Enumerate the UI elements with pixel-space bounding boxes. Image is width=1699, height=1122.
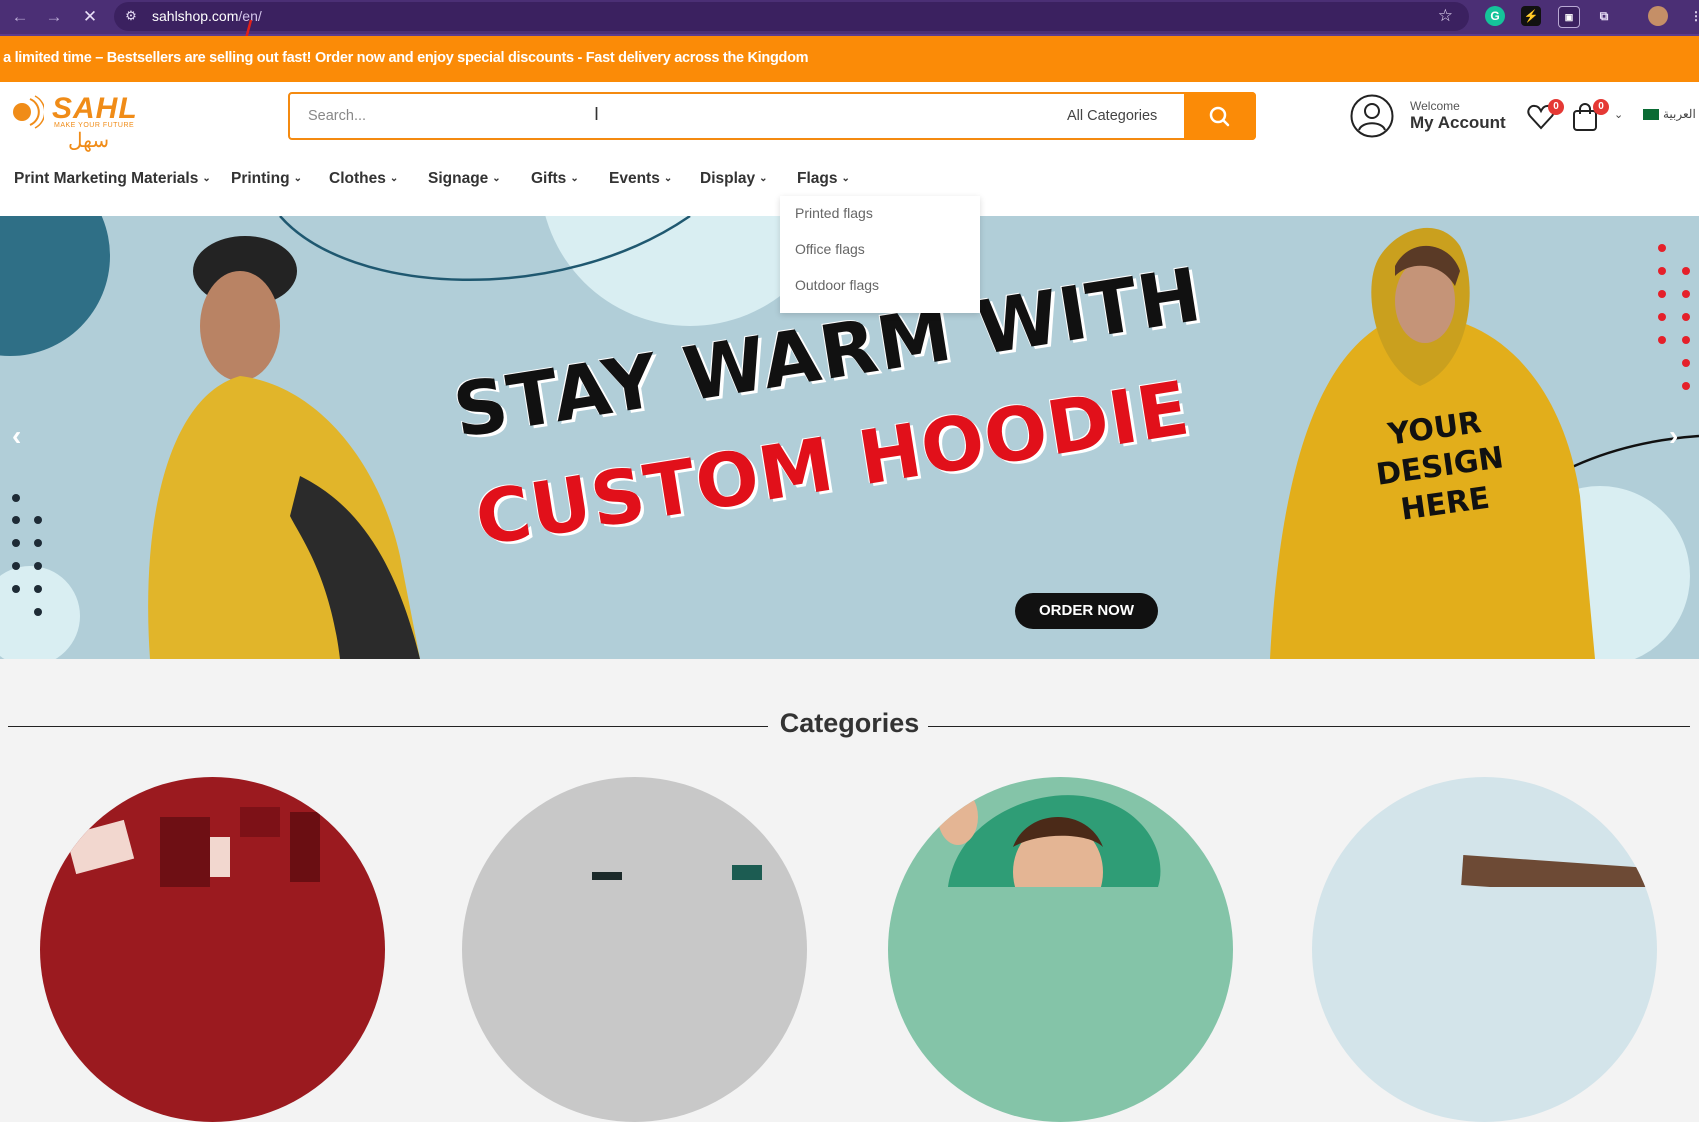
logo-arabic: سهل bbox=[68, 130, 110, 152]
my-account-label[interactable]: My Account bbox=[1410, 113, 1506, 133]
chevron-down-icon: ⌄ bbox=[570, 173, 579, 184]
chevron-down-icon: ⌄ bbox=[759, 173, 768, 184]
language-label: العربية bbox=[1663, 107, 1696, 121]
divider-left bbox=[8, 726, 768, 727]
chevron-down-icon: ⌄ bbox=[389, 173, 399, 184]
promo-banner: r a limited time – Bestsellers are selli… bbox=[0, 36, 1699, 82]
wishlist-count-badge: 0 bbox=[1548, 99, 1564, 115]
nav-item-display[interactable]: Display ⌄ bbox=[700, 170, 768, 188]
categories-heading-row: Categories bbox=[0, 708, 1699, 739]
search-bar: Search... All Categories bbox=[288, 92, 1256, 140]
saudi-flag-icon bbox=[1643, 109, 1659, 121]
cart-button[interactable]: 0 bbox=[1571, 99, 1609, 132]
order-now-button[interactable]: ORDER NOW bbox=[1015, 593, 1158, 629]
nav-item-flags[interactable]: Flags ⌄ bbox=[797, 170, 850, 188]
text-cursor-icon: I bbox=[594, 104, 600, 124]
user-icon bbox=[1350, 94, 1394, 138]
chevron-down-icon: ⌄ bbox=[492, 173, 501, 184]
nav-item-clothes[interactable]: Clothes ⌄ bbox=[329, 170, 398, 188]
account-link[interactable]: Welcome My Account bbox=[1350, 92, 1515, 142]
nav-item-print-marketing[interactable]: Print Marketing Materials ⌄ bbox=[14, 170, 211, 188]
divider-right bbox=[928, 726, 1690, 727]
nav-item-events[interactable]: Events ⌄ bbox=[609, 170, 672, 188]
search-button[interactable] bbox=[1184, 92, 1256, 140]
category-select[interactable]: All Categories bbox=[1067, 108, 1157, 124]
logo-sun-icon bbox=[13, 95, 44, 129]
chevron-down-icon: ⌄ bbox=[293, 173, 302, 184]
dropdown-item-office-flags[interactable]: Office flags bbox=[795, 241, 865, 257]
chevron-down-icon: ⌄ bbox=[202, 173, 211, 184]
search-input[interactable]: Search... bbox=[308, 108, 366, 124]
nav-item-signage[interactable]: Signage ⌄ bbox=[428, 170, 501, 188]
category-card-clothes[interactable] bbox=[888, 777, 1233, 1122]
wishlist-button[interactable]: 0 bbox=[1526, 99, 1564, 132]
welcome-text: Welcome bbox=[1410, 99, 1460, 113]
language-switcher[interactable]: العربية bbox=[1643, 107, 1696, 121]
dropdown-item-outdoor-flags[interactable]: Outdoor flags bbox=[795, 277, 879, 293]
chevron-down-icon: ⌄ bbox=[663, 173, 673, 184]
nav-item-gifts[interactable]: Gifts ⌄ bbox=[531, 170, 579, 188]
category-card-signage[interactable] bbox=[1312, 777, 1657, 1122]
logo-brand: SAHL bbox=[52, 92, 138, 125]
nav-item-printing[interactable]: Printing ⌄ bbox=[231, 170, 302, 188]
category-card-printing[interactable] bbox=[462, 777, 807, 1122]
dropdown-item-printed-flags[interactable]: Printed flags bbox=[795, 205, 873, 221]
category-card-print-marketing[interactable] bbox=[40, 777, 385, 1122]
cart-count-badge: 0 bbox=[1593, 99, 1609, 115]
flags-dropdown-menu: Printed flags Office flags Outdoor flags bbox=[780, 196, 980, 313]
promo-text: r a limited time – Bestsellers are selli… bbox=[0, 50, 809, 66]
search-icon bbox=[1209, 106, 1230, 127]
cart-chevron-down-icon[interactable]: ⌄ bbox=[1614, 108, 1623, 121]
hero-next-arrow-icon[interactable]: › bbox=[1669, 420, 1678, 452]
categories-title: Categories bbox=[779, 708, 920, 738]
site-logo[interactable]: SAHL MAKE YOUR FUTURE سهل bbox=[4, 88, 144, 152]
hero-shirt-text: YOUR DESIGN HERE bbox=[1374, 405, 1506, 528]
hero-prev-arrow-icon[interactable]: ‹ bbox=[12, 420, 21, 452]
chevron-down-icon: ⌄ bbox=[841, 173, 850, 184]
